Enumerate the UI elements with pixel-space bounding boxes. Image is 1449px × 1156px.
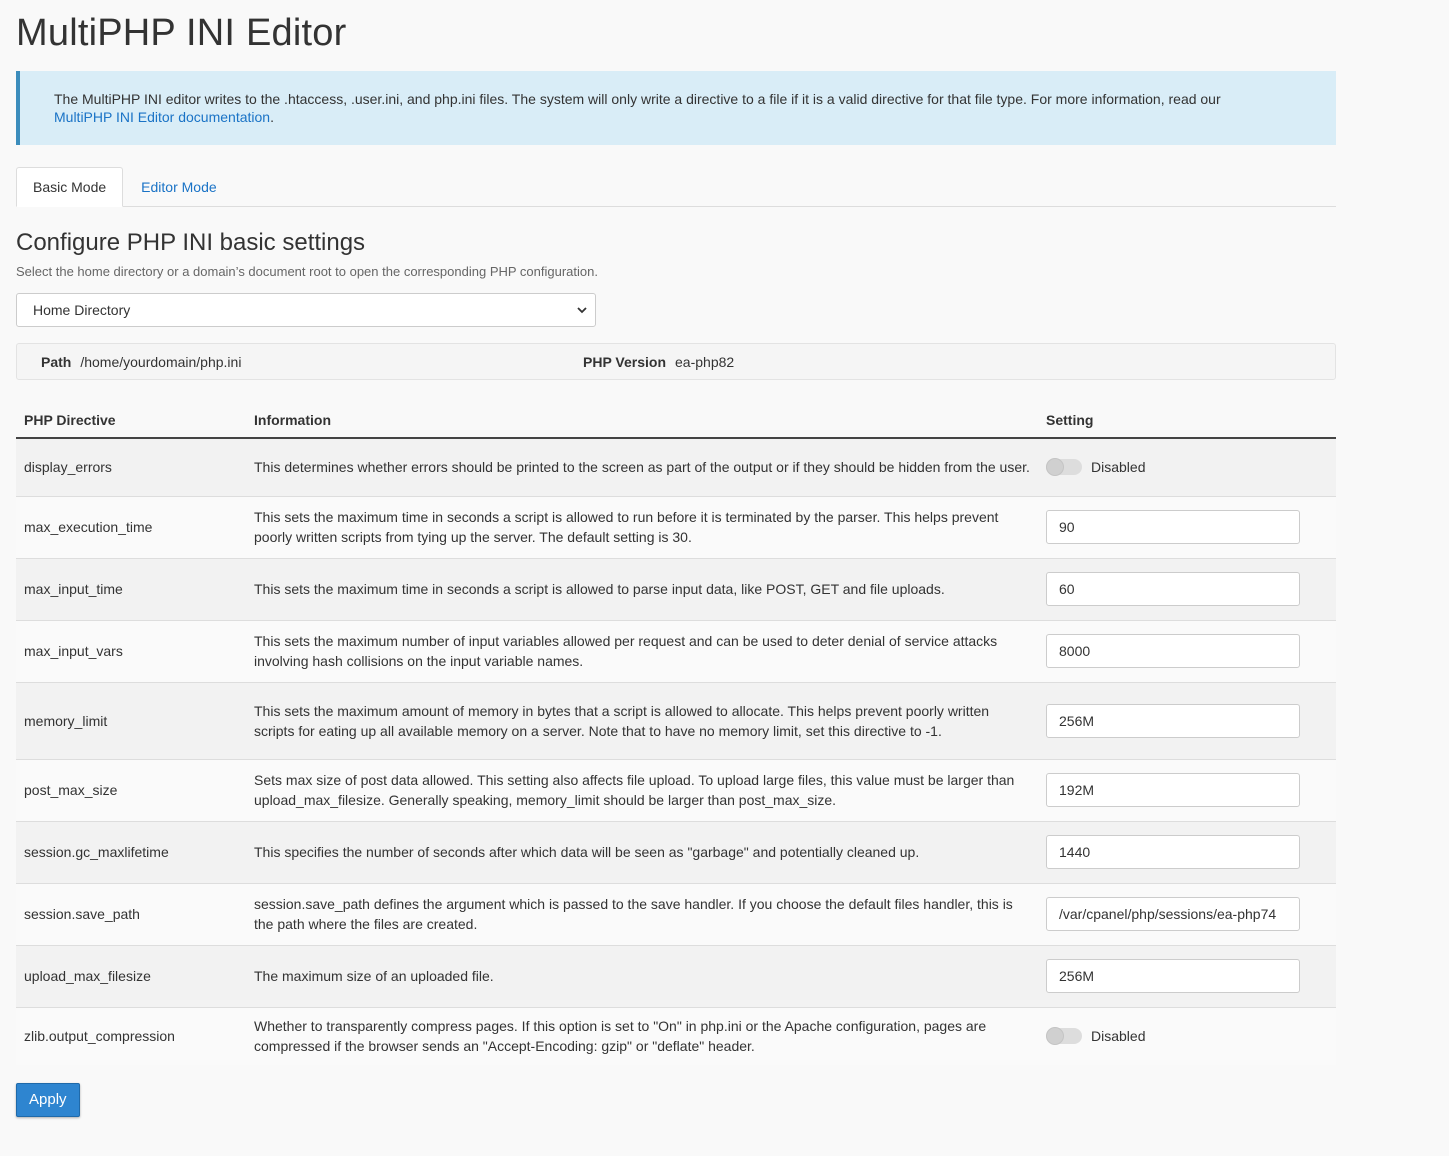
directive-setting: [1038, 557, 1336, 620]
table-header-row: PHP Directive Information Setting: [16, 403, 1336, 439]
path-value: /home/yourdomain/php.ini: [80, 353, 242, 370]
table-row: max_execution_time This sets the maximum …: [16, 495, 1336, 558]
path-version-bar: Path /home/yourdomain/php.ini PHP Versio…: [16, 343, 1336, 380]
chevron-down-icon: [577, 307, 587, 314]
directive-information: This sets the maximum number of input va…: [246, 619, 1038, 682]
php-version-value: ea-php82: [675, 353, 735, 370]
tab-editor-mode[interactable]: Editor Mode: [125, 167, 232, 207]
table-row: display_errors This determines whether er…: [16, 438, 1336, 496]
php-version-label: PHP Version: [583, 353, 667, 370]
directory-select-value: Home Directory: [33, 302, 131, 318]
directive-setting: [1038, 882, 1336, 945]
toggle-label: Disabled: [1091, 1028, 1146, 1045]
setting-input[interactable]: [1046, 773, 1300, 807]
column-header-directive: PHP Directive: [16, 403, 246, 439]
directive-information: This sets the maximum time in seconds a …: [246, 557, 1038, 620]
directive-information: Whether to transparently compress pages.…: [246, 1006, 1038, 1065]
directive-setting: Disabled: [1038, 1006, 1336, 1065]
directive-name: upload_max_filesize: [16, 944, 246, 1007]
directive-name: post_max_size: [16, 758, 246, 821]
directive-information: This determines whether errors should be…: [246, 438, 1038, 496]
directive-name: memory_limit: [16, 681, 246, 759]
table-row: memory_limit This sets the maximum amount…: [16, 681, 1336, 759]
directive-information: This sets the maximum time in seconds a …: [246, 495, 1038, 558]
directive-setting: [1038, 619, 1336, 682]
table-row: zlib.output_compression Whether to transp…: [16, 1006, 1336, 1065]
table-row: max_input_time This sets the maximum time…: [16, 557, 1336, 620]
directive-setting: [1038, 495, 1336, 558]
directive-information: This sets the maximum amount of memory i…: [246, 681, 1038, 759]
directive-setting: [1038, 944, 1336, 1007]
table-row: session.save_path session.save_path defin…: [16, 882, 1336, 945]
setting-input[interactable]: [1046, 572, 1300, 606]
setting-input[interactable]: [1046, 634, 1300, 668]
table-row: upload_max_filesize The maximum size of a…: [16, 944, 1336, 1007]
toggle-switch[interactable]: Disabled: [1046, 1026, 1328, 1046]
directives-table: PHP Directive Information Setting displa…: [16, 403, 1336, 1065]
directive-name: session.gc_maxlifetime: [16, 820, 246, 883]
table-row: max_input_vars This sets the maximum numb…: [16, 619, 1336, 682]
directive-name: max_input_time: [16, 557, 246, 620]
setting-input[interactable]: [1046, 703, 1300, 738]
directive-information: The maximum size of an uploaded file.: [246, 944, 1038, 1007]
callout-suffix: .: [270, 109, 274, 125]
directive-name: max_input_vars: [16, 619, 246, 682]
callout-text: The MultiPHP INI editor writes to the .h…: [54, 91, 1221, 107]
directive-information: Sets max size of post data allowed. This…: [246, 758, 1038, 821]
table-row: session.gc_maxlifetime This specifies the…: [16, 820, 1336, 883]
column-header-setting: Setting: [1038, 403, 1336, 439]
column-header-information: Information: [246, 403, 1038, 439]
section-title: Configure PHP INI basic settings: [16, 229, 366, 256]
directive-setting: [1038, 820, 1336, 883]
directive-setting: [1038, 681, 1336, 759]
toggle-label: Disabled: [1091, 459, 1146, 476]
directive-setting: Disabled: [1038, 438, 1336, 496]
toggle-switch[interactable]: Disabled: [1046, 457, 1328, 477]
setting-input[interactable]: [1046, 835, 1300, 869]
documentation-link[interactable]: MultiPHP INI Editor documentation: [54, 109, 270, 125]
page: MultiPHP INI Editor The MultiPHP INI edi…: [0, 0, 1352, 1117]
toggle-track[interactable]: [1046, 1027, 1082, 1046]
directive-name: display_errors: [16, 438, 246, 496]
apply-button[interactable]: Apply: [16, 1083, 80, 1117]
page-title: MultiPHP INI Editor: [16, 12, 347, 54]
directory-select[interactable]: Home Directory: [16, 293, 596, 327]
directive-setting: [1038, 758, 1336, 821]
mode-tabs: Basic Mode Editor Mode: [16, 165, 1336, 207]
directive-information: session.save_path defines the argument w…: [246, 882, 1038, 945]
setting-input[interactable]: [1046, 959, 1300, 993]
setting-input[interactable]: [1046, 510, 1300, 544]
setting-input[interactable]: [1046, 897, 1300, 931]
toggle-track[interactable]: [1046, 458, 1082, 477]
directive-name: session.save_path: [16, 882, 246, 945]
tab-basic-mode[interactable]: Basic Mode: [16, 167, 124, 207]
directive-name: zlib.output_compression: [16, 1006, 246, 1065]
directive-name: max_execution_time: [16, 495, 246, 558]
section-subtitle: Select the home directory or a domain’s …: [16, 264, 598, 279]
table-row: post_max_size Sets max size of post data …: [16, 758, 1336, 821]
directive-information: This specifies the number of seconds aft…: [246, 820, 1038, 883]
info-callout: The MultiPHP INI editor writes to the .h…: [16, 71, 1336, 145]
path-label: Path: [41, 353, 72, 370]
